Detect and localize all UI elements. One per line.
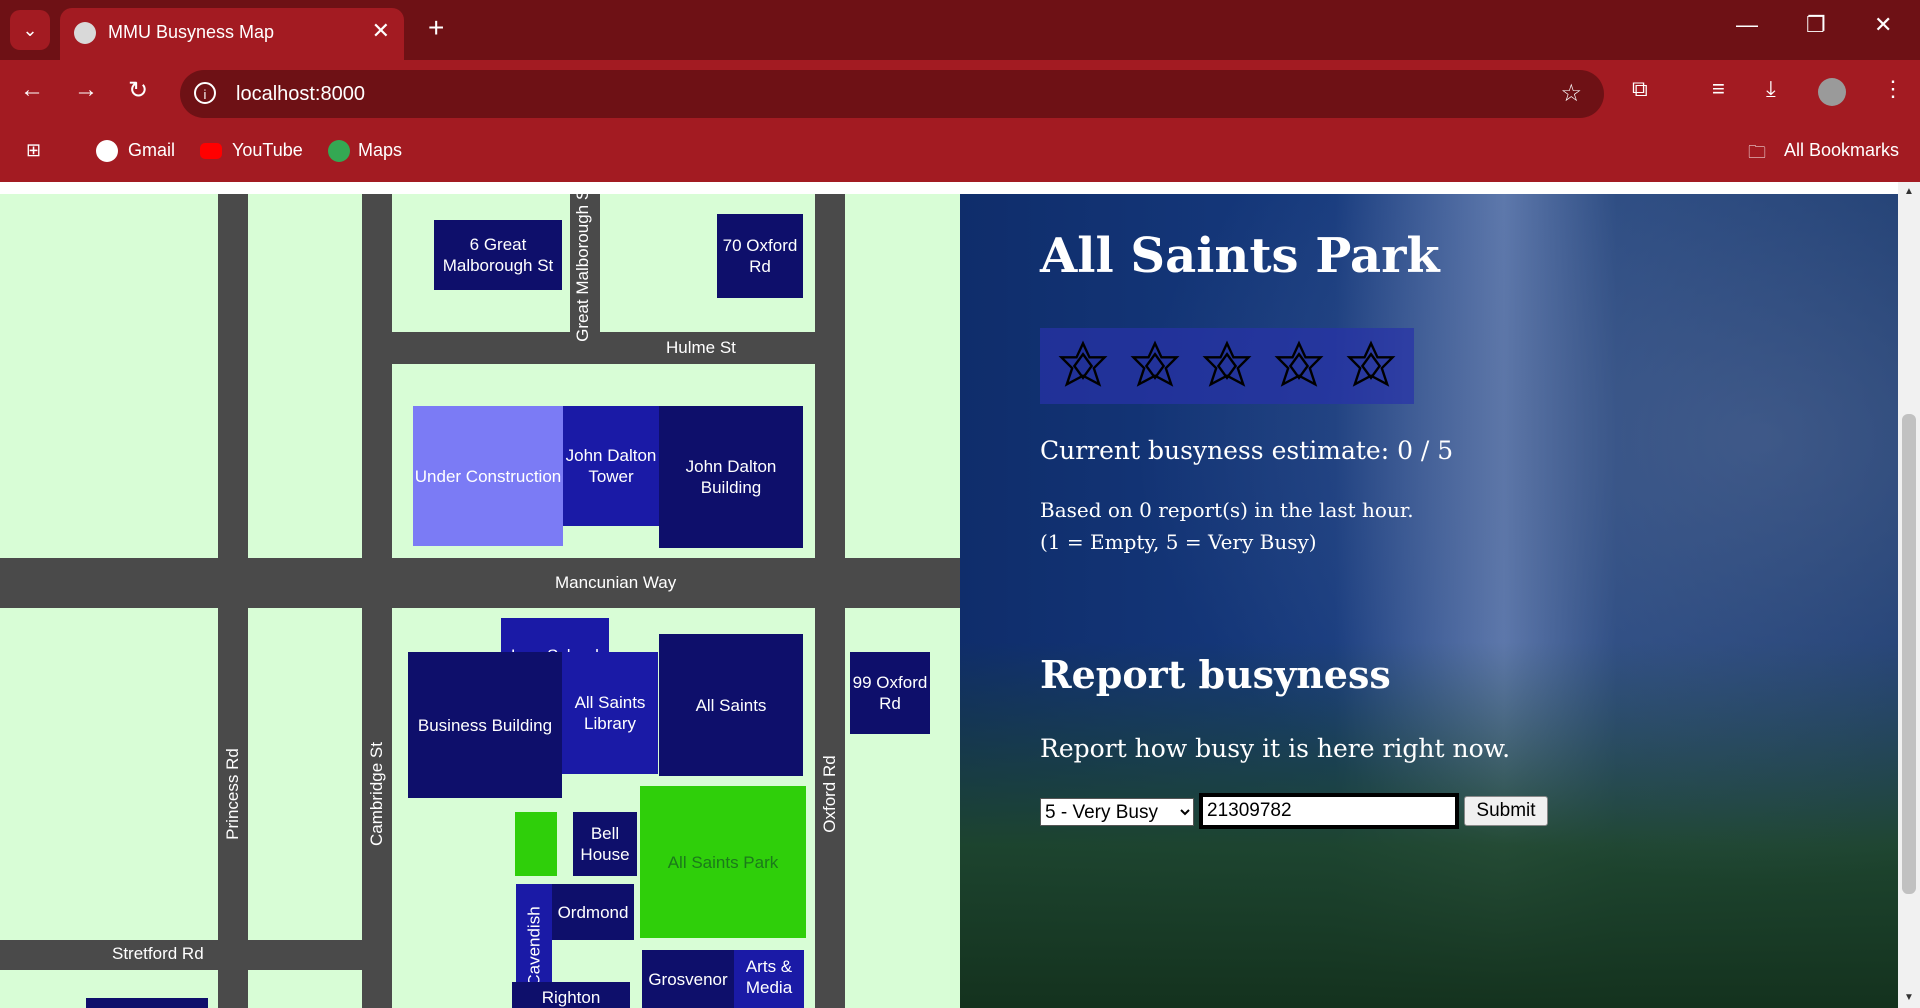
bookmark-youtube[interactable]: YouTube <box>232 140 303 161</box>
url-text: localhost:8000 <box>236 83 365 105</box>
building-cavendish-label: Cavendish <box>524 905 544 987</box>
road-label-oxford: Oxford Rd <box>820 755 839 833</box>
rating-icon-3 <box>1202 340 1252 387</box>
reload-button[interactable]: ↻ <box>128 76 148 105</box>
rating-icon-2 <box>1130 340 1180 387</box>
scroll-down-icon[interactable]: ▼ <box>1904 992 1914 1003</box>
road-label-mancunian: Mancunian Way <box>555 573 677 592</box>
building-under-construction[interactable]: Under Construction <box>413 406 563 546</box>
profile-avatar[interactable] <box>1818 78 1846 106</box>
media-controls-icon[interactable]: ≡ <box>1712 76 1725 102</box>
google-icon <box>96 140 118 162</box>
building-john-dalton-tower[interactable]: John Dalton Tower <box>563 406 659 526</box>
green-space <box>515 812 557 876</box>
site-info-icon[interactable]: i <box>194 82 216 104</box>
scroll-up-icon[interactable]: ▲ <box>1904 186 1914 197</box>
restore-button[interactable]: ❐ <box>1806 12 1826 38</box>
building-70-oxford[interactable]: 70 Oxford Rd <box>717 214 803 298</box>
road-label-princess: Princess Rd <box>223 748 242 840</box>
building-john-dalton[interactable]: John Dalton Building <box>659 406 803 548</box>
bookmark-gmail[interactable]: Gmail <box>128 140 175 161</box>
tab-strip: ⌄ MMU Busyness Map ✕ + — ❐ ✕ <box>0 0 1920 60</box>
apps-icon[interactable]: ⊞ <box>26 140 41 161</box>
report-heading: Report busyness <box>1040 652 1391 697</box>
busyness-scale: (1 = Empty, 5 = Very Busy) <box>1040 530 1317 554</box>
close-window-button[interactable]: ✕ <box>1874 12 1892 38</box>
back-button[interactable]: ← <box>20 76 44 104</box>
building-righton[interactable]: Righton <box>512 982 630 1008</box>
building-unlabeled[interactable] <box>86 998 208 1008</box>
rating-icon-4 <box>1274 340 1324 387</box>
student-id-input[interactable] <box>1199 793 1459 829</box>
bookmarks-bar: ⊞ Gmail YouTube Maps 🗀 All Bookmarks <box>0 124 1920 182</box>
youtube-icon <box>200 143 222 159</box>
bookmark-star-icon[interactable]: ☆ <box>1560 79 1582 108</box>
rating-icon-5 <box>1346 340 1396 387</box>
campus-map: Hulme St Great Malborough St Mancunian W… <box>0 194 960 1008</box>
busyness-estimate: Current busyness estimate: 0 / 5 <box>1040 436 1454 465</box>
bookmark-maps[interactable]: Maps <box>358 140 402 161</box>
busyness-rating <box>1040 328 1414 404</box>
browser-tab[interactable]: MMU Busyness Map ✕ <box>60 8 404 60</box>
building-bell-house[interactable]: Bell House <box>573 812 637 876</box>
road-hulme <box>392 332 815 364</box>
minimize-button[interactable]: — <box>1736 12 1758 38</box>
page-scrollbar[interactable]: ▲ ▼ <box>1898 182 1920 1008</box>
road-label-great-malborough: Great Malborough St <box>573 194 592 342</box>
scrollbar-thumb[interactable] <box>1902 414 1916 894</box>
building-grosvenor[interactable]: Grosvenor <box>642 950 734 1008</box>
road-mancunian <box>0 558 960 608</box>
report-prompt: Report how busy it is here right now. <box>1040 734 1511 763</box>
building-all-saints[interactable]: All Saints <box>659 634 803 776</box>
rating-icon-1 <box>1058 340 1108 387</box>
close-tab-icon[interactable]: ✕ <box>372 18 390 44</box>
maps-icon <box>328 140 350 162</box>
report-count: Based on 0 report(s) in the last hour. <box>1040 498 1414 522</box>
forward-button[interactable]: → <box>74 76 98 104</box>
folder-icon: 🗀 <box>1748 142 1766 162</box>
tab-search-button[interactable]: ⌄ <box>10 10 50 50</box>
address-bar[interactable]: i localhost:8000 ☆ <box>180 70 1604 118</box>
browser-toolbar: ← → ↻ i localhost:8000 ☆ ⧉ ≡ ⤓ ⋮ <box>0 60 1920 124</box>
building-arts-media[interactable]: Arts & Media <box>734 950 804 1008</box>
building-all-saints-park[interactable]: All Saints Park <box>640 786 806 938</box>
road-label-cambridge: Cambridge St <box>367 742 386 846</box>
menu-icon[interactable]: ⋮ <box>1882 76 1904 102</box>
download-icon[interactable]: ⤓ <box>1766 76 1776 102</box>
location-title: All Saints Park <box>1040 228 1440 284</box>
building-business[interactable]: Business Building <box>408 652 562 798</box>
busyness-select[interactable]: 5 - Very Busy <box>1040 798 1194 826</box>
building-ordmond[interactable]: Ordmond <box>552 884 634 940</box>
new-tab-button[interactable]: + <box>428 12 444 44</box>
location-panel: All Saints Park Current busyness estimat… <box>960 194 1898 1008</box>
globe-icon <box>74 22 96 44</box>
all-bookmarks-link[interactable]: All Bookmarks <box>1784 140 1899 161</box>
building-6-great-malborough[interactable]: 6 Great Malborough St <box>434 220 562 290</box>
browser-chrome: ⌄ MMU Busyness Map ✕ + — ❐ ✕ ← → ↻ i loc… <box>0 0 1920 182</box>
submit-button[interactable]: Submit <box>1464 796 1548 826</box>
extensions-icon[interactable]: ⧉ <box>1632 76 1648 102</box>
building-99-oxford[interactable]: 99 Oxford Rd <box>850 652 930 734</box>
road-label-hulme: Hulme St <box>666 338 736 357</box>
road-label-stretford: Stretford Rd <box>112 944 204 963</box>
tab-title: MMU Busyness Map <box>108 22 275 42</box>
building-all-saints-library[interactable]: All Saints Library <box>562 652 658 774</box>
page: Hulme St Great Malborough St Mancunian W… <box>0 182 1898 1008</box>
